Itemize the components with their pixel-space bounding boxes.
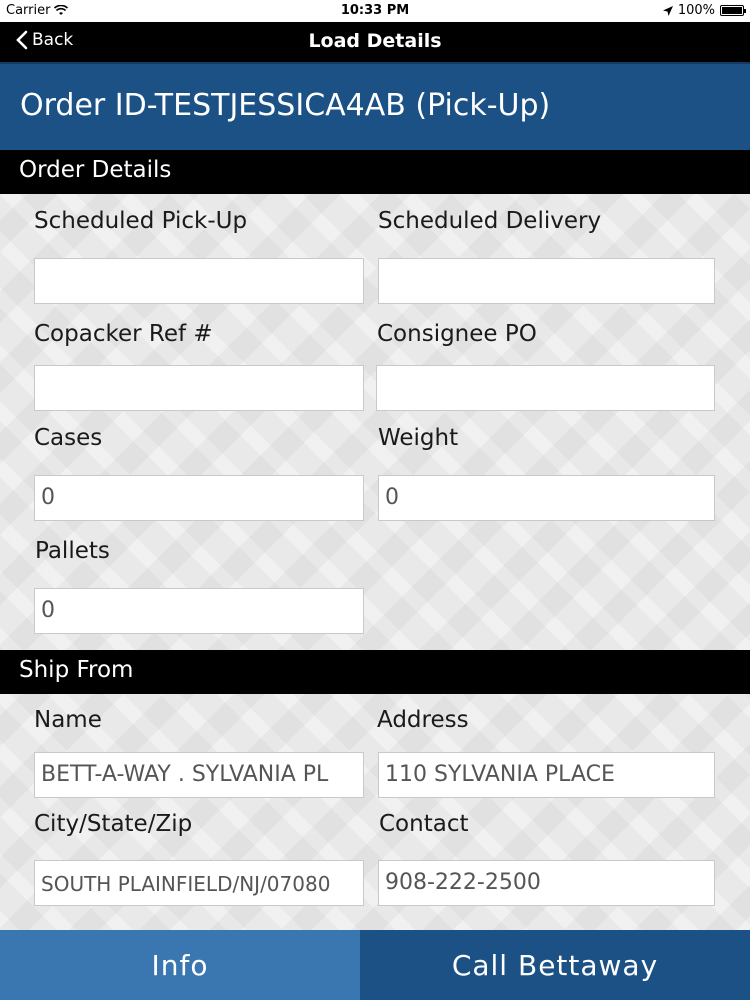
cases-field[interactable]: 0 [34, 475, 364, 521]
copacker-ref-label: Copacker Ref # [34, 321, 213, 347]
weight-field[interactable]: 0 [378, 475, 715, 521]
contact-label: Contact [379, 811, 469, 837]
battery-percent: 100% [677, 3, 715, 18]
address-label: Address [377, 707, 469, 733]
location-arrow-icon [662, 5, 673, 16]
navigation-bar: Back Load Details [0, 22, 750, 62]
copacker-ref-field[interactable] [34, 365, 364, 411]
chevron-left-icon [16, 30, 28, 50]
consignee-po-label: Consignee PO [377, 321, 537, 347]
ship-from-header: Ship From [0, 650, 750, 694]
call-bettaway-tab[interactable]: Call Bettaway [360, 930, 750, 1000]
name-label: Name [34, 707, 102, 733]
bottom-tab-bar: Info Call Bettaway [0, 930, 750, 1000]
order-title: Order ID-TESTJESSICA4AB (Pick-Up) [0, 62, 750, 150]
back-label: Back [32, 30, 74, 50]
city-state-zip-label: City/State/Zip [34, 811, 193, 837]
name-field[interactable]: BETT-A-WAY . SYLVANIA PL [34, 752, 364, 798]
back-button[interactable]: Back [16, 30, 73, 50]
status-bar: Carrier 10:33 PM 100% [0, 0, 750, 22]
scheduled-delivery-label: Scheduled Delivery [378, 208, 602, 234]
order-details-header: Order Details [0, 150, 750, 194]
info-tab[interactable]: Info [0, 930, 360, 1000]
pallets-field[interactable]: 0 [34, 588, 364, 634]
load-details-content[interactable]: Order Details Scheduled Pick-Up Schedule… [0, 150, 750, 930]
pallets-label: Pallets [35, 538, 110, 564]
consignee-po-field[interactable] [376, 365, 715, 411]
battery-fill [722, 7, 742, 14]
battery-icon [720, 5, 746, 16]
cases-label: Cases [34, 425, 103, 451]
status-right-group: 100% [662, 3, 746, 18]
scheduled-delivery-field[interactable] [378, 258, 715, 304]
status-time: 10:33 PM [340, 3, 410, 18]
nav-title: Load Details [308, 30, 442, 52]
scheduled-pickup-field[interactable] [34, 258, 364, 304]
weight-label: Weight [378, 425, 459, 451]
address-field[interactable]: 110 SYLVANIA PLACE [378, 752, 715, 798]
city-state-zip-field[interactable]: SOUTH PLAINFIELD/NJ/07080 [34, 860, 364, 906]
contact-field[interactable]: 908-222-2500 [378, 860, 715, 906]
scheduled-pickup-label: Scheduled Pick-Up [34, 208, 248, 234]
